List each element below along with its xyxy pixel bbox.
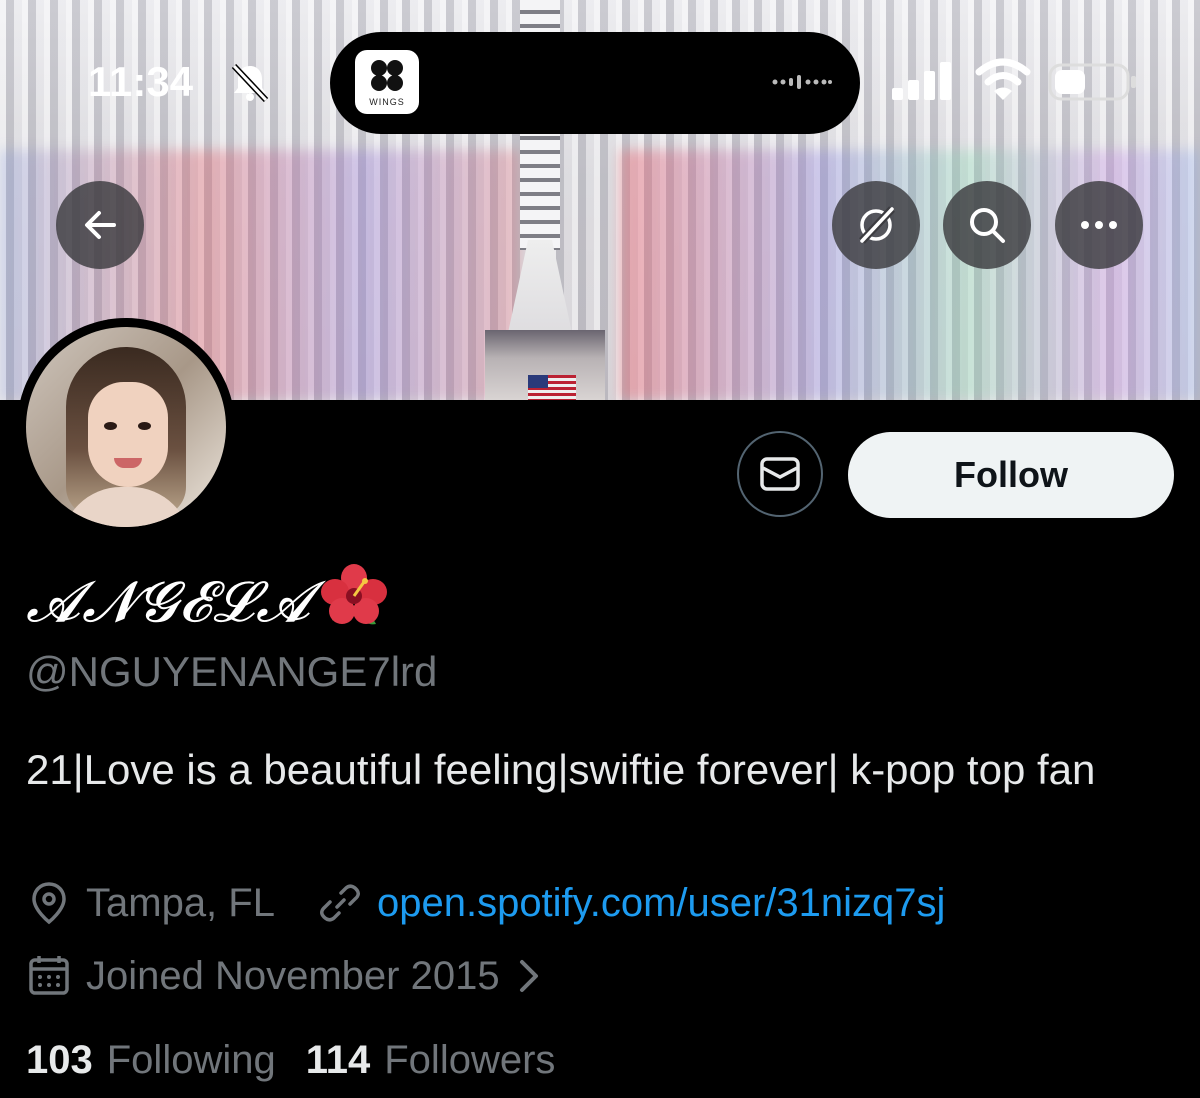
display-name: 𝓐𝓝𝓖𝓔𝓛𝓐 [26,570,312,635]
user-handle: @NGUYENANGE7lrd [26,648,438,695]
search-button[interactable] [943,181,1031,269]
avatar-eye-left [104,422,117,430]
banner-flag [528,375,576,400]
album-label: WINGS [369,97,405,107]
avatar-eye-right [138,422,151,430]
battery-icon [1048,63,1136,101]
album-art-icon[interactable]: WINGS [355,50,419,114]
more-horizontal-icon [1081,221,1117,229]
joined-row[interactable]: Joined November 2015 [26,953,544,999]
hibiscus-emoji-icon [321,564,387,625]
avatar-face [88,382,168,487]
link-icon [319,884,360,922]
followers-stat[interactable]: 114 Followers [306,1038,556,1083]
chevron-right-icon [519,960,538,992]
website-link[interactable]: open.spotify.com/user/31nizq7sj [377,881,945,926]
following-stat[interactable]: 103 Following [26,1038,276,1083]
followers-count: 114 [305,1038,371,1082]
following-label: Following [106,1038,276,1082]
following-count: 103 [26,1038,93,1082]
follow-button[interactable]: Follow [848,432,1174,518]
grok-icon [859,206,895,244]
more-button[interactable] [1055,181,1143,269]
calendar-icon [29,956,69,995]
location-text: Tampa, FL [86,880,275,925]
avatar-photo [26,327,226,527]
grok-button[interactable] [832,181,920,269]
envelope-icon [760,457,800,491]
bell-slash-icon [231,63,269,102]
back-button[interactable] [56,181,144,269]
message-button[interactable] [737,431,823,517]
avatar-smile [114,458,142,468]
arrow-left-icon [85,211,116,239]
search-icon [970,208,1005,243]
wifi-icon [975,58,1031,100]
wings-logo-icon [371,60,403,91]
profile-bio: 21|Love is a beautiful feeling|swiftie f… [26,746,1096,793]
profile-meta-row: Tampa, FL open.spotify.com/user/31nizq7s… [26,880,945,926]
followers-label: Followers [384,1038,556,1082]
joined-text: Joined November 2015 [86,953,500,998]
location-pin-icon [32,882,66,925]
profile-avatar[interactable] [17,318,235,536]
audio-wave-icon [772,75,832,89]
status-time: 11:34 [88,58,194,105]
follow-stats: 103 Following 114 Followers [26,1038,585,1083]
cellular-signal-icon [892,62,951,100]
